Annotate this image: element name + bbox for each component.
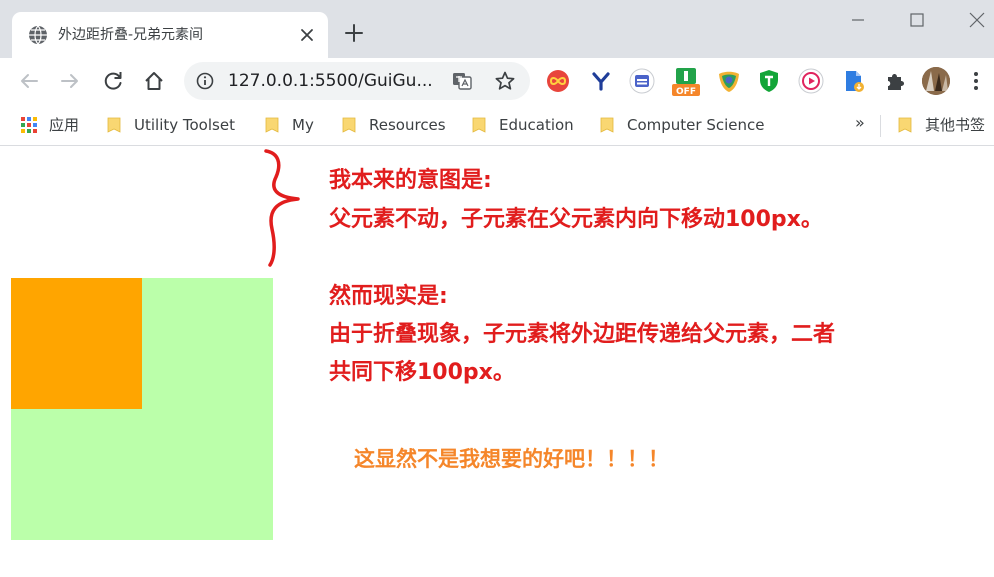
site-info-icon[interactable] [196, 72, 214, 90]
close-tab-icon[interactable] [298, 26, 316, 44]
tab-title: 外边距折叠-兄弟元素间 [58, 27, 204, 43]
folder-icon [265, 117, 279, 133]
bookmark-label: Computer Science [627, 116, 765, 134]
minimize-icon[interactable] [846, 10, 870, 30]
folder-icon [472, 117, 486, 133]
menu-kebab-icon[interactable] [966, 68, 986, 94]
toolbar: 127.0.0.1:5500/GuiGu... OFF [0, 58, 994, 104]
document-extension-icon[interactable] [840, 68, 866, 94]
bookmarks-divider [880, 115, 881, 137]
address-bar[interactable]: 127.0.0.1:5500/GuiGu... [184, 62, 530, 100]
infinity-extension-icon[interactable] [545, 68, 571, 94]
maximize-icon[interactable] [905, 10, 929, 30]
child-element-box [11, 278, 142, 409]
hand-drawn-brace-annotation [264, 149, 300, 267]
close-window-icon[interactable] [965, 10, 989, 30]
tab-strip: 外边距折叠-兄弟元素间 [0, 0, 994, 58]
bookmark-label: 其他书签 [925, 116, 986, 134]
y-extension-icon[interactable] [588, 68, 614, 94]
reload-icon[interactable] [99, 67, 127, 95]
folder-icon [600, 117, 614, 133]
folder-icon [898, 117, 912, 133]
colorful-extension-icon[interactable] [716, 68, 742, 94]
browser-tab[interactable]: 外边距折叠-兄弟元素间 [12, 12, 328, 58]
comment-text: 这显然不是我想要的好吧！！！！ [354, 447, 669, 471]
apps-grid-icon [21, 117, 37, 133]
folder-icon [107, 117, 121, 133]
play-extension-icon[interactable] [798, 68, 824, 94]
globe-icon [29, 25, 47, 45]
forward-icon[interactable] [56, 67, 84, 95]
bookmarks-bar: 应用 Utility Toolset My Resources Educatio… [0, 104, 994, 146]
bookmark-label: Education [499, 116, 574, 134]
bookmarks-overflow-chevron[interactable]: » [855, 113, 865, 132]
avatar[interactable] [922, 67, 950, 95]
bookmark-star-icon[interactable] [494, 70, 516, 92]
bookmark-label: Resources [369, 116, 446, 134]
reality-line-1: 由于折叠现象，子元素将外边距传递给父元素，二者 [329, 322, 836, 347]
bookmark-label: Utility Toolset [134, 116, 235, 134]
bookmark-label: My [292, 116, 314, 134]
intent-heading: 我本来的意图是: [329, 168, 492, 193]
puzzle-extensions-icon[interactable] [882, 68, 908, 94]
page-content: 我本来的意图是: 父元素不动，子元素在父元素内向下移动100px。 然而现实是:… [0, 147, 994, 577]
bookmark-label: 应用 [49, 116, 80, 134]
back-icon[interactable] [15, 67, 43, 95]
intent-body: 父元素不动，子元素在父元素内向下移动100px。 [329, 207, 823, 232]
shield-extension-icon[interactable] [756, 68, 782, 94]
off-extension-icon[interactable]: OFF [670, 66, 702, 98]
url-text[interactable]: 127.0.0.1:5500/GuiGu... [228, 70, 433, 92]
home-icon[interactable] [140, 67, 168, 95]
avatar-image-icon [922, 67, 950, 95]
new-tab-icon[interactable] [343, 22, 365, 44]
reality-line-2: 共同下移100px。 [329, 360, 515, 385]
window-extension-icon[interactable] [629, 68, 655, 94]
reality-heading: 然而现实是: [329, 284, 448, 309]
svg-text:OFF: OFF [676, 87, 696, 97]
translate-icon[interactable] [452, 71, 472, 91]
folder-icon [342, 117, 356, 133]
